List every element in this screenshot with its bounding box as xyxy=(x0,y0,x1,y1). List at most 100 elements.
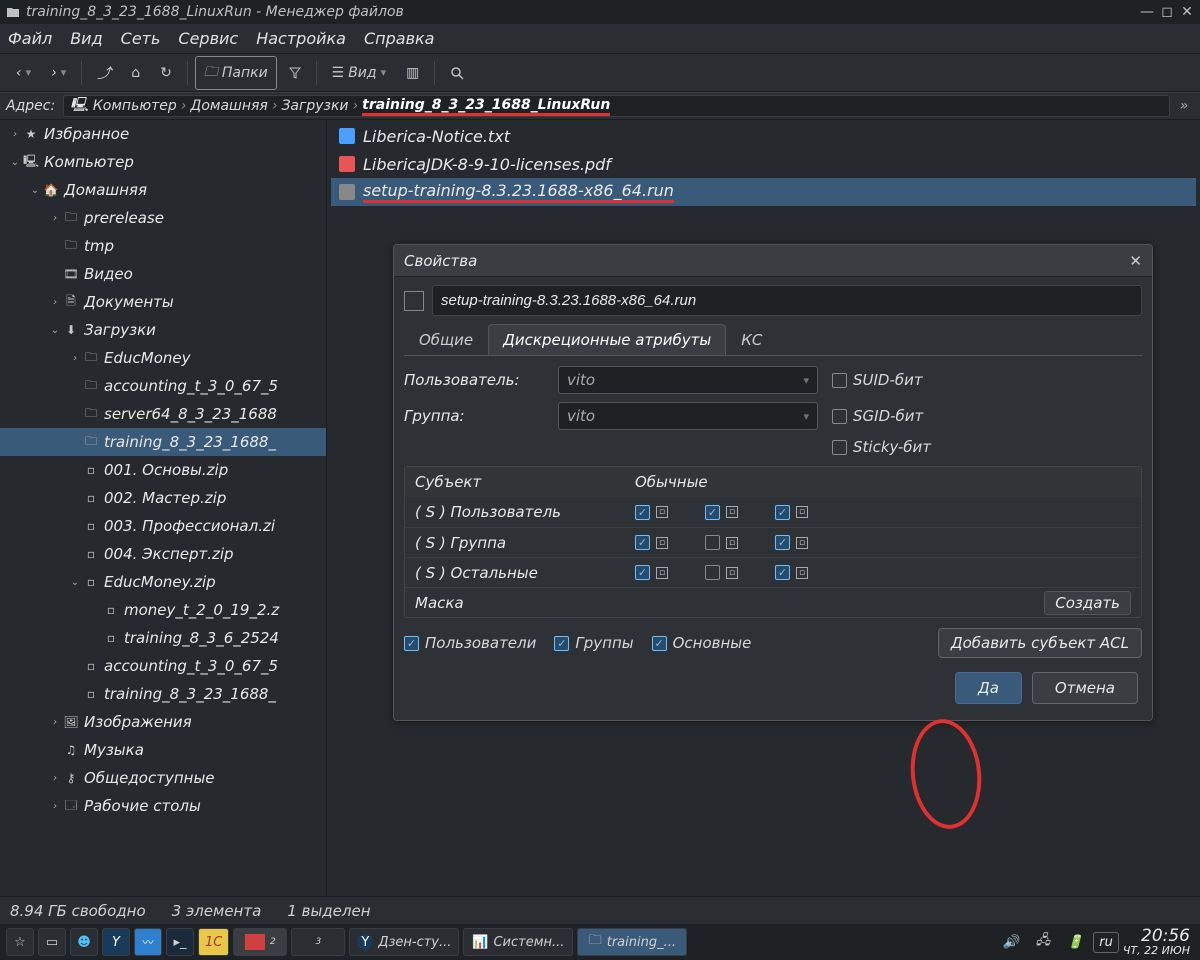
tree-item[interactable]: ›🗎Документы xyxy=(0,288,326,316)
task-launcher-4[interactable]: 〰 xyxy=(134,928,162,956)
battery-icon[interactable]: 🔋 xyxy=(1061,928,1089,956)
menu-item[interactable]: Вид xyxy=(70,29,102,48)
network-icon[interactable]: 🖧 xyxy=(1029,928,1057,956)
task-launcher-3[interactable]: Y xyxy=(102,928,130,956)
location-overflow-button[interactable]: » xyxy=(1174,98,1194,114)
menu-item[interactable]: Настройка xyxy=(256,29,346,48)
tree-toggle-icon[interactable]: › xyxy=(48,213,62,224)
tree-item[interactable]: 🗀server64_8_3_23_1688 xyxy=(0,400,326,428)
ok-button[interactable]: Да xyxy=(955,672,1022,704)
tree-toggle-icon[interactable]: › xyxy=(48,297,62,308)
tree-item[interactable]: ▫accounting_t_3_0_67_5 xyxy=(0,652,326,680)
sgid-checkbox[interactable] xyxy=(832,409,847,424)
nav-fwd-button[interactable]: › ▾ xyxy=(43,61,74,85)
file-row[interactable]: Liberica-Notice.txt xyxy=(331,122,1196,150)
tree-toggle-icon[interactable]: › xyxy=(8,129,22,140)
tree-item[interactable]: ⌄▫EducMoney.zip xyxy=(0,568,326,596)
breadcrumb-segment[interactable]: Домашняя xyxy=(190,98,267,114)
task-launcher-5[interactable]: ▸_ xyxy=(166,928,194,956)
tree-toggle-icon[interactable]: › xyxy=(48,773,62,784)
tree-toggle-icon[interactable]: › xyxy=(68,353,82,364)
tab-general[interactable]: Общие xyxy=(404,324,488,355)
tree-toggle-icon[interactable]: ⌄ xyxy=(8,157,22,168)
tree-item[interactable]: 🗀training_8_3_23_1688_ xyxy=(0,428,326,456)
menu-item[interactable]: Сервис xyxy=(178,29,238,48)
tree-item[interactable]: ♫Музыка xyxy=(0,736,326,764)
address-box[interactable]: 🖳 Компьютер › Домашняя › Загрузки › trai… xyxy=(63,95,1170,117)
task-launcher-1[interactable]: ▭ xyxy=(38,928,66,956)
dialog-titlebar[interactable]: Свойства ✕ xyxy=(394,245,1152,277)
search-button[interactable] xyxy=(442,62,472,84)
tree-item[interactable]: 🗀accounting_t_3_0_67_5 xyxy=(0,372,326,400)
view-mode-button[interactable]: ☰ Вид ▾ xyxy=(324,61,394,85)
perm-checkbox[interactable]: ✓ xyxy=(775,535,790,550)
tree-item[interactable]: ⌄⬇Загрузки xyxy=(0,316,326,344)
tab-dac[interactable]: Дискреционные атрибуты xyxy=(488,324,726,355)
perm-checkbox[interactable] xyxy=(705,535,720,550)
folders-toggle[interactable]: 🗀 Папки xyxy=(195,56,277,90)
perm-checkbox[interactable]: ✓ xyxy=(775,565,790,580)
close-button[interactable]: ✕ xyxy=(1180,5,1194,19)
tree-item[interactable]: ⌄🏠Домашняя xyxy=(0,176,326,204)
file-row[interactable]: setup-training-8.3.23.1688-x86_64.run xyxy=(331,178,1196,206)
nav-back-button[interactable]: ‹ ▾ xyxy=(8,61,39,85)
tree-item[interactable]: ›🖼Изображения xyxy=(0,708,326,736)
file-row[interactable]: LibericaJDK-8-9-10-licenses.pdf xyxy=(331,150,1196,178)
perm-checkbox[interactable] xyxy=(705,565,720,580)
tree-item[interactable]: ▫training_8_3_6_2524 xyxy=(0,624,326,652)
menu-item[interactable]: Справка xyxy=(364,29,435,48)
perm-checkbox[interactable]: ✓ xyxy=(775,505,790,520)
menu-item[interactable]: Сеть xyxy=(121,29,161,48)
suid-checkbox[interactable] xyxy=(832,373,847,388)
tree-item[interactable]: ›★Избранное xyxy=(0,120,326,148)
tree-toggle-icon[interactable]: ⌄ xyxy=(28,185,42,196)
breadcrumb-segment[interactable]: Компьютер xyxy=(93,98,177,114)
refresh-button[interactable]: ↻ xyxy=(152,61,180,85)
start-button[interactable]: ☆ xyxy=(6,928,34,956)
pane-toggle-button[interactable]: ▥ xyxy=(398,61,427,85)
tree-item[interactable]: ▫training_8_3_23_1688_ xyxy=(0,680,326,708)
perm-checkbox[interactable]: ✓ xyxy=(635,565,650,580)
user-combo[interactable]: vito▾ xyxy=(558,366,818,394)
tree-toggle-icon[interactable]: › xyxy=(48,801,62,812)
clock[interactable]: 20:56 ЧТ, 22 ИЮН xyxy=(1123,927,1194,958)
up-button[interactable]: ⤴ xyxy=(89,59,119,87)
volume-icon[interactable]: 🔊 xyxy=(997,928,1025,956)
tree-item[interactable]: ›🗀prerelease xyxy=(0,204,326,232)
group-combo[interactable]: vito▾ xyxy=(558,402,818,430)
create-mask-button[interactable]: Создать xyxy=(1044,591,1131,615)
breadcrumb-current[interactable]: training_8_3_23_1688_LinuxRun xyxy=(362,97,610,116)
sticky-checkbox[interactable] xyxy=(832,440,847,455)
perm-checkbox[interactable]: ✓ xyxy=(635,535,650,550)
add-acl-button[interactable]: Добавить субъект ACL xyxy=(938,628,1142,658)
taskbar-app-training[interactable]: 🗀training_... xyxy=(577,928,687,956)
tree-item[interactable]: ▫001. Основы.zip xyxy=(0,456,326,484)
filename-input[interactable] xyxy=(432,285,1142,316)
basic-checkbox[interactable]: ✓ xyxy=(652,636,667,651)
cancel-button[interactable]: Отмена xyxy=(1032,672,1138,704)
tree-item[interactable]: ▫003. Профессионал.zi xyxy=(0,512,326,540)
groups-checkbox[interactable]: ✓ xyxy=(554,636,569,651)
filter-button[interactable] xyxy=(281,63,309,83)
perm-checkbox[interactable]: ✓ xyxy=(705,505,720,520)
tab-kc[interactable]: КС xyxy=(726,324,777,355)
tree-item[interactable]: 🗀tmp xyxy=(0,232,326,260)
users-checkbox[interactable]: ✓ xyxy=(404,636,419,651)
tree-item[interactable]: ›⚷Общедоступные xyxy=(0,764,326,792)
minimize-button[interactable]: — xyxy=(1140,5,1154,19)
keyboard-layout[interactable]: ru xyxy=(1093,932,1119,953)
perm-checkbox[interactable]: ✓ xyxy=(635,505,650,520)
dialog-close-button[interactable]: ✕ xyxy=(1129,252,1142,270)
folder-tree[interactable]: ›★Избранное⌄🖳Компьютер⌄🏠Домашняя›🗀prerel… xyxy=(0,120,327,896)
task-launcher-6[interactable]: 1C xyxy=(198,928,229,956)
tree-item[interactable]: ▫money_t_2_0_19_2.z xyxy=(0,596,326,624)
taskbar-app[interactable]: 2 xyxy=(233,928,287,956)
tree-toggle-icon[interactable]: ⌄ xyxy=(48,325,62,336)
home-button[interactable]: ⌂ xyxy=(123,61,148,85)
tree-toggle-icon[interactable]: › xyxy=(48,717,62,728)
tree-item[interactable]: ▫002. Мастер.zip xyxy=(0,484,326,512)
tree-item[interactable]: 🎞Видео xyxy=(0,260,326,288)
task-launcher-2[interactable]: ☻ xyxy=(70,928,98,956)
breadcrumb-segment[interactable]: Загрузки xyxy=(281,98,348,114)
taskbar-app[interactable]: 3 xyxy=(291,928,345,956)
